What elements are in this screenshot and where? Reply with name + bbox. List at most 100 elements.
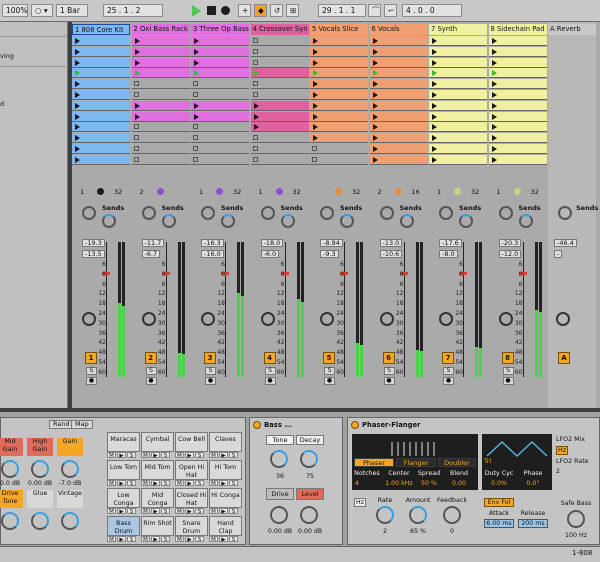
volume-value[interactable]: -8.94 [320,239,343,247]
clip-launch-icon[interactable] [491,156,497,163]
clip-slot[interactable] [488,90,547,100]
clip-slot[interactable] [429,154,487,165]
amount-knob[interactable] [409,506,427,524]
arm-button[interactable]: ● [502,377,514,385]
clip-stop-icon[interactable] [133,146,139,151]
clip-stop-icon[interactable] [252,156,258,162]
peak-value[interactable]: -13.5 [82,250,105,258]
clip-slot[interactable] [310,154,368,165]
clip-launch-icon[interactable] [75,59,80,66]
send-a-knob[interactable] [320,206,334,220]
clip-slot[interactable] [72,144,130,154]
clip-stop-icon[interactable] [252,92,258,97]
clip-slot[interactable] [310,122,368,133]
clip-slot[interactable] [488,133,547,144]
duty-cycle-value[interactable]: 0.0% [484,480,514,487]
pad-control-button[interactable]: M [209,452,218,459]
clip-slot[interactable] [250,46,309,57]
play-icon[interactable] [192,5,201,17]
pan-knob[interactable] [556,312,570,326]
track-activator-button[interactable]: 7 [442,352,454,364]
clip-launch-icon[interactable] [432,92,437,98]
peak-value[interactable]: -10.6 [379,250,403,258]
clip-launch-icon[interactable] [432,135,437,142]
clip-launch-icon[interactable] [194,38,199,44]
clip-launch-icon[interactable] [194,102,199,109]
clip-slot[interactable] [488,111,547,122]
pad-control-button[interactable]: ▶ [185,452,194,459]
clip-slot[interactable] [131,36,190,46]
clip-launch-icon[interactable] [134,113,140,120]
clip-slot[interactable] [429,46,487,57]
arm-button[interactable]: ● [205,377,216,385]
pad-control-button[interactable]: M [141,452,150,459]
clip-slot[interactable] [72,154,130,165]
drum-pad[interactable]: Claves [209,432,242,452]
pad-control-button[interactable]: S [161,536,170,543]
clip-slot[interactable] [310,57,368,68]
clip-slot[interactable] [488,100,547,111]
clip-slot[interactable] [369,36,428,46]
clip-slot[interactable] [72,133,130,144]
clip-slot[interactable] [72,79,130,90]
clip-stop-icon[interactable] [133,156,139,162]
clip-slot[interactable] [131,144,190,154]
clip-stop-icon[interactable] [252,48,258,54]
clip-slot[interactable] [250,100,309,111]
pad-control-button[interactable]: M [141,536,150,543]
pad-control-button[interactable]: M [175,480,184,487]
clip-launch-icon[interactable] [313,102,318,109]
pad-control-button[interactable]: S [229,536,238,543]
macro-knob[interactable] [61,512,79,530]
pan-knob[interactable] [379,312,394,326]
release-value[interactable]: 200 ms [518,519,548,528]
pad-control-button[interactable]: ▶ [117,508,126,515]
loop-start[interactable]: 29 . 1 . 1 [318,4,366,17]
clip-slot[interactable] [131,68,190,79]
clip-launch-icon[interactable] [194,113,199,120]
clip-launch-icon[interactable] [432,38,437,44]
clip-launch-icon[interactable] [491,124,497,131]
track-title[interactable]: 6 Vocals [369,24,428,35]
clip-slot[interactable] [369,144,428,154]
clip-slot[interactable] [488,122,547,133]
clip-slot[interactable] [310,36,368,46]
decay-knob[interactable] [300,450,318,468]
clip-slot[interactable] [250,154,309,165]
follow-button[interactable]: ⊞ [286,4,299,17]
clip-launch-icon[interactable] [134,38,140,44]
clip-slot[interactable] [250,133,309,144]
clip-slot[interactable] [72,46,130,57]
send-a-knob[interactable] [201,206,215,220]
pad-control-button[interactable]: ▶ [117,480,126,487]
clip-launch-icon[interactable] [372,102,378,109]
clip-launch-icon[interactable] [313,48,318,55]
device-power-icon[interactable] [351,421,359,429]
track-activator-button[interactable]: 6 [382,352,395,364]
clip-launch-icon[interactable] [75,70,80,77]
pad-control-button[interactable]: S [229,508,238,515]
clip-stop-icon[interactable] [193,146,198,151]
clip-launch-icon[interactable] [372,124,378,131]
pan-knob[interactable] [320,312,334,326]
pad-control-button[interactable]: M [175,508,184,515]
clip-stop-icon[interactable] [193,92,198,97]
clip-stop-icon[interactable] [133,81,139,87]
phase-value[interactable]: 0.0° [518,480,548,487]
pan-knob[interactable] [498,312,513,326]
clip-slot[interactable] [369,133,428,144]
pad-control-button[interactable]: S [127,480,136,487]
clip-slot[interactable] [488,144,547,154]
send-a-knob[interactable] [439,206,453,220]
clip-slot[interactable] [72,100,130,111]
clip-slot[interactable] [131,122,190,133]
pad-control-button[interactable]: ▶ [219,452,228,459]
clip-stop-icon[interactable] [193,124,198,130]
macro-knob[interactable] [1,512,19,530]
drum-pad[interactable]: Bass Drum [107,516,140,536]
clip-launch-icon[interactable] [432,146,437,152]
track-title[interactable]: 8 Sidechain Pad [488,24,547,35]
rate-hz-button[interactable]: Hz [354,498,366,507]
clip-slot[interactable] [191,68,249,79]
pad-control-button[interactable]: M [107,508,116,515]
